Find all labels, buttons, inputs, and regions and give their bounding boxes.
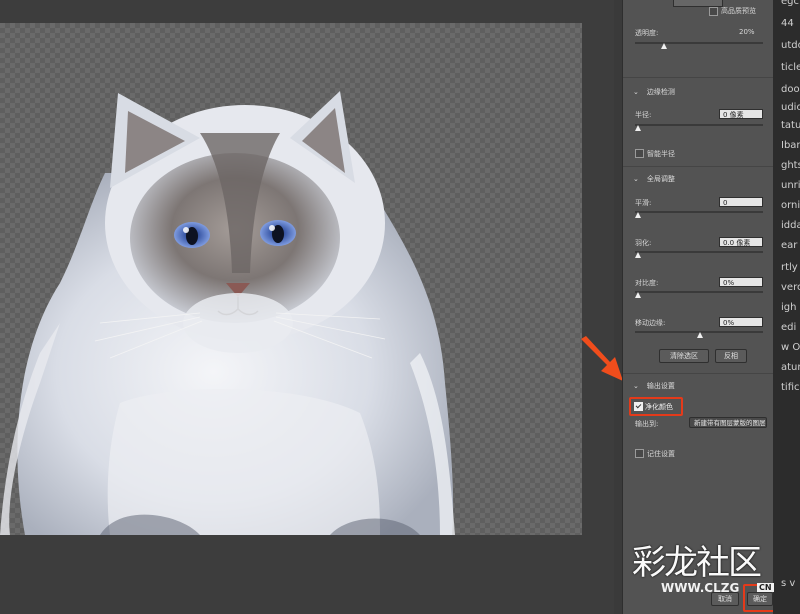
clear-selection-button[interactable]: 清除选区 [659,349,709,363]
right-strip-text: ear [781,240,798,251]
view-mode-thumbnail[interactable] [673,0,723,7]
output-to-value: 新建带有图层蒙版的图层 [694,419,766,427]
watermark-cn-badge: CN [757,583,774,592]
feather-field[interactable]: 0.0 像素 [719,237,763,247]
cat-image [0,91,455,535]
chevron-down-icon: ⌄ [633,175,639,183]
hq-preview-label: 高品质预览 [721,7,756,15]
output-settings-header[interactable]: ⌄ 输出设置 [633,381,675,391]
feather-slider[interactable] [635,251,763,253]
smart-radius-label: 智能半径 [647,150,675,158]
global-refinements-header[interactable]: ⌄ 全局调整 [633,174,675,184]
right-panel-strip: egc 44 utdo ticles doo udio tatu Iban ghts unri or… [773,0,800,614]
ok-button[interactable]: 确定 [747,592,773,606]
chevron-down-icon: ⌄ [633,88,639,96]
contrast-slider-thumb[interactable] [635,292,641,298]
radius-slider[interactable] [635,124,763,126]
right-strip-text: igh [781,302,797,313]
right-strip-text: unri [781,180,800,191]
edge-detection-header[interactable]: ⌄ 边缘检测 [633,87,675,97]
smart-radius-checkbox[interactable] [635,149,644,158]
right-strip-text: orni [781,200,800,211]
right-strip-text: ghts [781,160,800,171]
refine-edge-panel: 高品质预览 透明度: 20% ⌄ 边缘检测 半径: 0 像素 智能半径 ⌄ 全局调整… [622,0,781,614]
feather-slider-thumb[interactable] [635,252,641,258]
contrast-slider[interactable] [635,291,763,293]
chevron-down-icon: ⌄ [760,417,766,425]
decontaminate-colors-label: 净化颜色 [645,403,673,411]
divider [623,166,773,167]
right-strip-text: egc [781,0,799,7]
chevron-down-icon: ⌄ [633,382,639,390]
canvas-area[interactable] [0,0,614,614]
radius-slider-thumb[interactable] [635,125,641,131]
opacity-slider[interactable] [635,42,763,44]
annotation-arrow [581,336,623,381]
right-strip-text: s v [781,578,796,589]
hq-preview-checkbox[interactable] [709,7,718,16]
remember-settings-label: 记住设置 [647,450,675,458]
right-strip-text: verc [781,282,800,293]
right-strip-text: edi [781,322,797,333]
smooth-slider-thumb[interactable] [635,212,641,218]
smooth-label: 平滑: [635,199,652,207]
global-refinements-title: 全局调整 [646,175,675,183]
right-strip-text: tatu [781,120,800,131]
radius-label: 半径: [635,111,652,119]
watermark-title: 彩龙社区 [632,543,762,583]
remember-settings-checkbox[interactable] [635,449,644,458]
shift-edge-field[interactable]: 0% [719,317,763,327]
divider [623,77,773,78]
shift-edge-slider-thumb[interactable] [697,332,703,338]
contrast-label: 对比度: [635,279,659,287]
right-strip-text: udio [781,102,800,113]
shift-edge-label: 移动边缘: [635,319,666,327]
right-strip-text: w O [781,342,800,353]
output-settings-title: 输出设置 [646,382,675,390]
output-to-label: 输出到: [635,420,659,428]
smooth-field[interactable]: 0 [719,197,763,207]
right-strip-text: doo [781,84,800,95]
opacity-slider-thumb[interactable] [661,43,667,49]
output-to-select[interactable]: 新建带有图层蒙版的图层 [689,417,767,428]
watermark-url: WWW.CLZG [661,581,740,595]
right-strip-text: atur [781,362,800,373]
right-strip-text: tific [781,382,800,393]
decontaminate-colors-checkbox[interactable] [634,402,643,411]
radius-field[interactable]: 0 像素 [719,109,763,119]
invert-button[interactable]: 反相 [715,349,747,363]
right-strip-text: 44 [781,18,794,29]
opacity-label: 透明度: [635,29,659,37]
right-strip-text: idda [781,220,800,231]
right-strip-text: ticles [781,62,800,73]
right-strip-text: utdo [781,40,800,51]
right-strip-text: rtly [781,262,798,273]
smooth-slider[interactable] [635,211,763,213]
document-canvas[interactable] [0,23,582,535]
right-strip-text: Iban [781,140,800,151]
feather-label: 羽化: [635,239,652,247]
divider [623,373,773,374]
opacity-value[interactable]: 20% [739,28,755,36]
contrast-field[interactable]: 0% [719,277,763,287]
edge-detection-title: 边缘检测 [646,88,675,96]
